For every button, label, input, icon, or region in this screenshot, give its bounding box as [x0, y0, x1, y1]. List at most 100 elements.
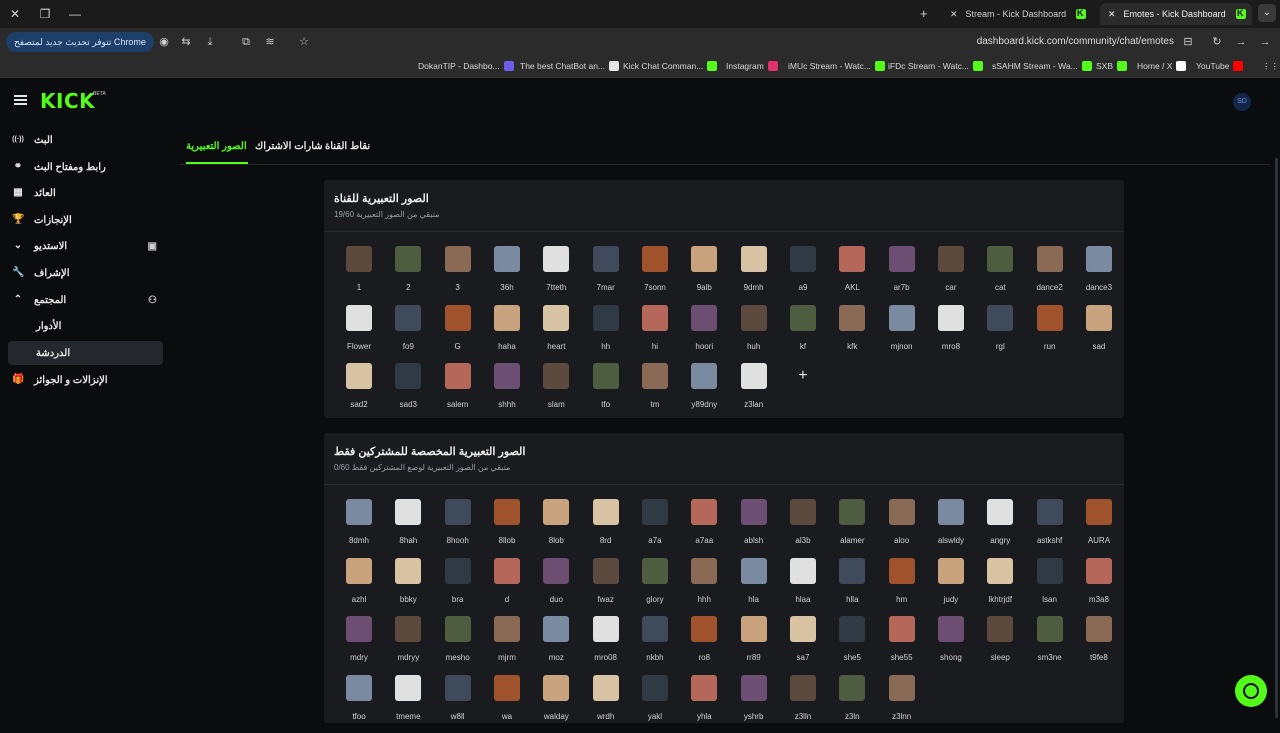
emote-item[interactable]: sad3: [383, 363, 433, 421]
emote-item[interactable]: z3lnn: [877, 674, 927, 733]
emote-item[interactable]: 7sonn: [630, 246, 680, 304]
emote-item[interactable]: mjnon: [877, 304, 927, 363]
emote-item[interactable]: 8hah: [383, 499, 433, 557]
reload-icon[interactable]: ↻: [1209, 34, 1225, 50]
emote-item[interactable]: 8dmh: [334, 499, 384, 557]
profile-icon[interactable]: ◉: [156, 34, 172, 50]
emote-item[interactable]: sad: [1074, 304, 1124, 363]
bookmark-item[interactable]: Instagram: [726, 61, 778, 71]
kick-logo[interactable]: KICK: [40, 89, 95, 113]
emote-item[interactable]: 9alb: [679, 246, 729, 304]
emote-item[interactable]: hhh: [679, 557, 729, 616]
emote-item[interactable]: astkshf: [1025, 499, 1075, 557]
emote-item[interactable]: sleep: [975, 616, 1025, 674]
emote-item[interactable]: 8lob: [531, 499, 581, 557]
emote-item[interactable]: 8rd: [581, 499, 631, 557]
update-chrome-button[interactable]: تتوفر تحديث جديد لمتصفح Chrome: [6, 32, 154, 52]
emote-item[interactable]: fo9: [383, 304, 433, 363]
emote-item[interactable]: lsan: [1025, 557, 1075, 616]
emote-item[interactable]: aloo: [877, 499, 927, 557]
emote-item[interactable]: 2: [383, 246, 433, 304]
add-emote-button[interactable]: +: [790, 363, 816, 389]
menu-icon[interactable]: [14, 95, 27, 105]
emote-item[interactable]: mesho: [433, 616, 483, 674]
scrollbar[interactable]: [1275, 158, 1278, 718]
emote-item[interactable]: slam: [531, 363, 581, 421]
bookmark-star-icon[interactable]: ☆: [296, 34, 312, 50]
chat-support-button[interactable]: [1235, 675, 1267, 707]
emote-item[interactable]: 8llob: [482, 499, 532, 557]
emote-item[interactable]: 7mar: [581, 246, 631, 304]
tab-channel-points[interactable]: نقاط القناة: [325, 141, 370, 152]
emote-item[interactable]: wrdh: [581, 674, 631, 733]
bookmark-item[interactable]: The best ChatBot an...: [520, 61, 620, 71]
emote-item[interactable]: 7tteth: [531, 246, 581, 304]
emote-item[interactable]: dance2: [1025, 246, 1075, 304]
emote-item[interactable]: huh: [729, 304, 779, 363]
site-settings-icon[interactable]: ⊟: [1180, 34, 1196, 50]
nav-stream-key[interactable]: ⚭ رابط ومفتاح البث: [8, 155, 163, 179]
emote-item[interactable]: al3b: [778, 499, 828, 557]
emote-item[interactable]: tm: [630, 363, 680, 421]
emote-item[interactable]: mro8: [926, 304, 976, 363]
nav-achievements[interactable]: 🏆 الإنجازات: [8, 208, 163, 232]
emote-item[interactable]: w8ll: [433, 674, 483, 733]
emote-item[interactable]: kfk: [827, 304, 877, 363]
emote-item[interactable]: m3a8: [1074, 557, 1124, 616]
bookmark-item[interactable]: SXB: [1096, 61, 1128, 71]
tab-emotes[interactable]: الصور التعبيرية: [186, 141, 247, 152]
emote-item[interactable]: salem: [433, 363, 483, 421]
emote-item[interactable]: she55: [877, 616, 927, 674]
browser-tab-active[interactable]: ✕ Emotes - Kick Dashboard: [1100, 3, 1252, 25]
emote-item[interactable]: mjrm: [482, 616, 532, 674]
emote-item[interactable]: hlaa: [778, 557, 828, 616]
close-tab-icon[interactable]: ✕: [950, 9, 958, 20]
tab-sub-badges[interactable]: شارات الاشتراك: [255, 141, 323, 152]
download-icon[interactable]: ⤓: [202, 34, 218, 50]
emote-item[interactable]: rr89: [729, 616, 779, 674]
emote-item[interactable]: hm: [877, 557, 927, 616]
nav-chat[interactable]: الدردشة: [8, 341, 163, 365]
emote-item[interactable]: AURA: [1074, 499, 1124, 557]
emote-item[interactable]: kf: [778, 304, 828, 363]
translate-icon[interactable]: ⇆: [178, 34, 194, 50]
minimize-window-icon[interactable]: —: [60, 0, 90, 28]
emote-item[interactable]: 3: [433, 246, 483, 304]
user-avatar[interactable]: SD: [1233, 93, 1251, 111]
emote-item[interactable]: duo: [531, 557, 581, 616]
nav-community[interactable]: ⌃ المجتمع ⚇: [8, 288, 163, 312]
emote-item[interactable]: hi: [630, 304, 680, 363]
emote-item[interactable]: walday: [531, 674, 581, 733]
emote-item[interactable]: d: [482, 557, 532, 616]
bookmark-item[interactable]: Kick Chat Comman...: [623, 61, 718, 71]
emote-item[interactable]: ar7b: [877, 246, 927, 304]
emote-item[interactable]: y89dny: [679, 363, 729, 421]
emote-item[interactable]: cat: [975, 246, 1025, 304]
emote-item[interactable]: mro08: [581, 616, 631, 674]
emote-item[interactable]: sm3ne: [1025, 616, 1075, 674]
cast-icon[interactable]: ≋: [262, 34, 278, 50]
emote-item[interactable]: a9: [778, 246, 828, 304]
emote-item[interactable]: fwaz: [581, 557, 631, 616]
bookmark-item[interactable]: YouTube: [1196, 61, 1244, 71]
nav-drops-rewards[interactable]: 🎁 الإنزالات و الجوائز: [8, 368, 163, 392]
nav-studio[interactable]: ⌄ الاستديو ▣: [8, 234, 163, 258]
close-tab-icon[interactable]: ✕: [1108, 9, 1116, 20]
emote-item[interactable]: hh: [581, 304, 631, 363]
emote-item[interactable]: G: [433, 304, 483, 363]
emote-item[interactable]: haha: [482, 304, 532, 363]
back-icon[interactable]: →: [1257, 34, 1273, 50]
forward-icon[interactable]: →: [1233, 34, 1249, 50]
bookmark-item[interactable]: Home / X: [1137, 61, 1187, 71]
emote-item[interactable]: lkhtrjdf: [975, 557, 1025, 616]
restore-window-icon[interactable]: ❐: [30, 0, 60, 28]
emote-item[interactable]: shong: [926, 616, 976, 674]
browser-tab[interactable]: ✕ Stream - Kick Dashboard: [942, 3, 1092, 25]
emote-item[interactable]: dance3: [1074, 246, 1124, 304]
emote-item[interactable]: moz: [531, 616, 581, 674]
emote-item[interactable]: z3lan: [729, 363, 779, 421]
emote-item[interactable]: 1: [334, 246, 384, 304]
emote-item[interactable]: angry: [975, 499, 1025, 557]
emote-item[interactable]: heart: [531, 304, 581, 363]
emote-item[interactable]: 9dmh: [729, 246, 779, 304]
